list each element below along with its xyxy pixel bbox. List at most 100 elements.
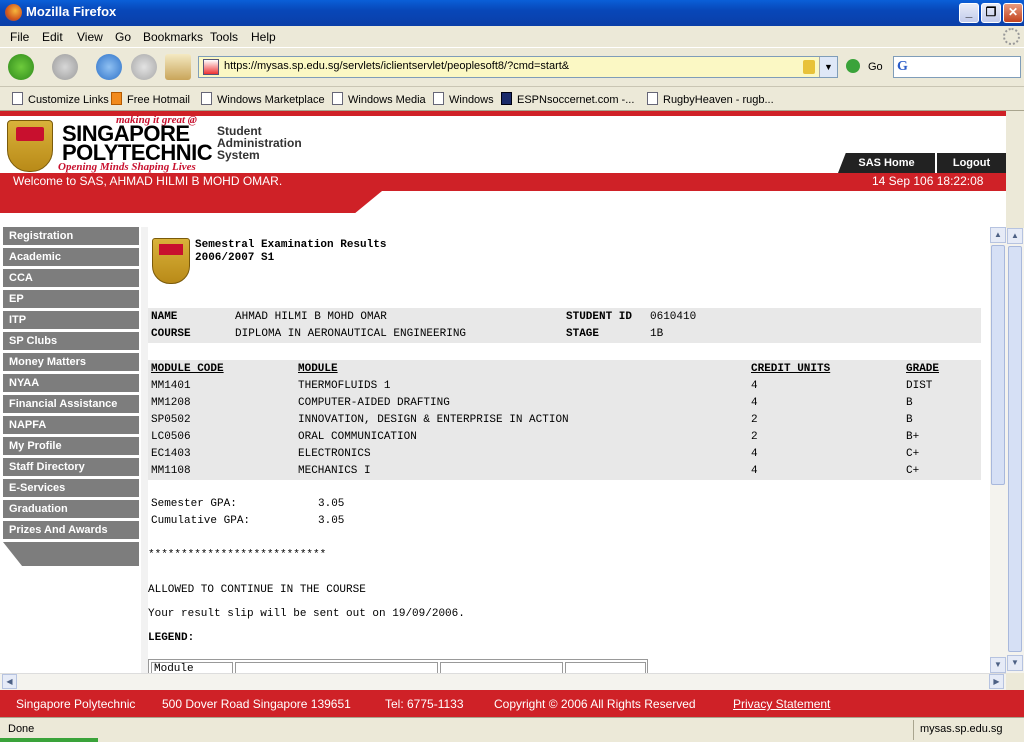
url-bar[interactable]: https://mysas.sp.edu.sg/servlets/iclient… [198, 56, 838, 78]
sidebar-item-financial-assistance[interactable]: Financial Assistance [3, 395, 139, 414]
sas-home-button[interactable]: SAS Home [838, 153, 935, 173]
system-name: Student Administration System [217, 125, 302, 161]
go-button[interactable]: Go [868, 61, 883, 73]
grade-cell: DIST [906, 380, 933, 392]
menu-edit[interactable]: Edit [42, 30, 63, 44]
status-host-text: mysas.sp.edu.sg [920, 723, 1003, 735]
url-text[interactable]: https://mysas.sp.edu.sg/servlets/iclient… [224, 60, 569, 72]
credit-units-cell: 4 [751, 465, 758, 477]
page-icon [647, 92, 658, 105]
menu-help[interactable]: Help [251, 30, 276, 44]
report-term: 2006/2007 S1 [195, 252, 275, 264]
bookmark-rugbyheaven[interactable]: RugbyHeaven - rugb... [647, 92, 774, 106]
url-dropdown-icon[interactable]: ▼ [819, 57, 837, 77]
legend-cell [565, 662, 646, 673]
page-icon [201, 92, 212, 105]
table-row: MM1108 MECHANICS I 4 C+ [148, 465, 981, 482]
scroll-up-icon[interactable]: ▲ [1007, 228, 1023, 244]
scroll-down-icon[interactable]: ▼ [990, 657, 1006, 673]
google-icon[interactable]: G [897, 59, 908, 75]
espn-icon [501, 92, 512, 105]
sidebar-item-nyaa[interactable]: NYAA [3, 374, 139, 393]
legend-cell [235, 662, 438, 673]
page-vertical-scrollbar[interactable]: ▲ ▼ [1006, 228, 1024, 673]
legend-cell: Module [151, 662, 233, 673]
grade-cell: C+ [906, 448, 920, 460]
scroll-left-icon[interactable]: ◀ [2, 674, 17, 689]
legend-cell-text: Module [154, 663, 194, 673]
close-window-button[interactable]: ✕ [1003, 3, 1023, 23]
scrollbar-thumb[interactable] [991, 245, 1005, 485]
reload-icon[interactable] [96, 54, 122, 80]
throbber-icon [1003, 28, 1020, 45]
bookmark-customize-links[interactable]: Customize Links [12, 92, 109, 106]
forward-icon[interactable] [52, 54, 78, 80]
sidebar-item-napfa[interactable]: NAPFA [3, 416, 139, 435]
window-title-bar: Mozilla Firefox _ ❐ ✕ [0, 0, 1024, 26]
sidebar-item-itp[interactable]: ITP [3, 311, 139, 330]
site-favicon-icon [203, 59, 219, 75]
sidebar-item-cca[interactable]: CCA [3, 269, 139, 288]
lock-icon[interactable] [803, 60, 815, 74]
go-icon[interactable] [846, 59, 860, 73]
sidebar-item-graduation[interactable]: Graduation [3, 500, 139, 519]
column-header-grade: GRADE [906, 363, 940, 375]
stop-icon[interactable] [131, 54, 157, 80]
menu-view[interactable]: View [77, 30, 103, 44]
back-icon[interactable] [8, 54, 34, 80]
grade-cell: B [906, 397, 913, 409]
sidebar-item-prizes-and-awards[interactable]: Prizes And Awards [3, 521, 139, 540]
footer-address: 500 Dover Road Singapore 139651 [162, 697, 351, 711]
sidebar-item-sp-clubs[interactable]: SP Clubs [3, 332, 139, 351]
legend-cell [440, 662, 563, 673]
scroll-right-icon[interactable]: ▶ [989, 674, 1004, 689]
menu-bookmarks[interactable]: Bookmarks [143, 30, 203, 44]
sidebar-item-money-matters[interactable]: Money Matters [3, 353, 139, 372]
privacy-statement-link[interactable]: Privacy Statement [733, 697, 830, 711]
module-name-cell: THERMOFLUIDS 1 [298, 380, 391, 392]
course-label: COURSE [151, 328, 191, 340]
content-scrollbar[interactable]: ▲ ▼ [990, 227, 1006, 673]
sidebar-item-academic[interactable]: Academic [3, 248, 139, 267]
search-input[interactable]: G [893, 56, 1021, 78]
scrollbar-thumb[interactable] [1008, 246, 1022, 652]
home-icon[interactable] [165, 54, 191, 80]
page-footer: Singapore Polytechnic 500 Dover Road Sin… [0, 690, 1024, 717]
semester-gpa-label: Semester GPA: [151, 498, 237, 510]
sidebar-footer-tab [3, 542, 139, 566]
credit-units-cell: 4 [751, 380, 758, 392]
minimize-button[interactable]: _ [959, 3, 979, 23]
column-header-credit-units: CREDIT UNITS [751, 363, 831, 375]
bookmark-free-hotmail[interactable]: Free Hotmail [111, 92, 190, 106]
sidebar-item-registration[interactable]: Registration [3, 227, 139, 246]
sidebar-item-e-services[interactable]: E-Services [3, 479, 139, 498]
menu-tools[interactable]: Tools [210, 30, 238, 44]
sp-crest-small-logo [152, 238, 190, 284]
firefox-icon [5, 4, 22, 21]
sidebar-item-my-profile[interactable]: My Profile [3, 437, 139, 456]
status-bar: Done mysas.sp.edu.sg [0, 717, 1024, 742]
bookmark-windows[interactable]: Windows [433, 92, 494, 106]
bookmark-windows-media[interactable]: Windows Media [332, 92, 426, 106]
window-title: Mozilla Firefox [26, 4, 117, 19]
bookmark-windows-marketplace[interactable]: Windows Marketplace [201, 92, 325, 106]
scroll-down-icon[interactable]: ▼ [1007, 655, 1023, 671]
menu-go[interactable]: Go [115, 30, 131, 44]
logout-button[interactable]: Logout [937, 153, 1006, 173]
bookmark-espnsoccernet[interactable]: ESPNsoccernet.com -... [501, 92, 634, 106]
page-horizontal-scrollbar[interactable]: ◀ ▶ [0, 673, 1006, 690]
course-value: DIPLOMA IN AERONAUTICAL ENGINEERING [235, 328, 467, 340]
credit-units-cell: 4 [751, 397, 758, 409]
footer-tel: Tel: 6775-1133 [385, 697, 464, 711]
footer-org: Singapore Polytechnic [16, 697, 136, 711]
report-title: Semestral Examination Results [195, 239, 387, 251]
sidebar-item-staff-directory[interactable]: Staff Directory [3, 458, 139, 477]
column-header-module-code: MODULE CODE [151, 363, 224, 375]
scroll-up-icon[interactable]: ▲ [990, 227, 1006, 243]
table-row: MM1208 COMPUTER-AIDED DRAFTING 4 B [148, 397, 981, 414]
module-code-cell: MM1208 [151, 397, 191, 409]
menu-file[interactable]: File [10, 30, 29, 44]
module-name-cell: ELECTRONICS [298, 448, 371, 460]
maximize-button[interactable]: ❐ [981, 3, 1001, 23]
sidebar-item-ep[interactable]: EP [3, 290, 139, 309]
